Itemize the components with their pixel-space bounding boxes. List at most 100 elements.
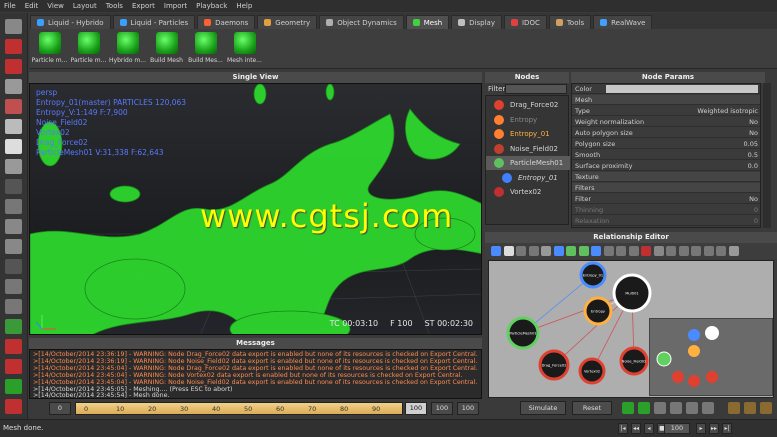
param-value[interactable]: 0 [754,206,758,214]
relationship-node[interactable]: Vortex02 [578,357,606,385]
tab-geometry[interactable]: Geometry [257,15,318,29]
params-scrollbar[interactable] [763,83,771,228]
camera-icon[interactable] [654,402,666,414]
tab-display[interactable]: Display [451,15,502,29]
menu-help[interactable]: Help [236,2,252,10]
tab-daemons[interactable]: Daemons [197,15,256,29]
tool-icon[interactable] [5,399,22,414]
param-row[interactable]: Filter No [572,194,760,204]
param-row[interactable]: Type Weighted isotropic [572,106,760,116]
tool-icon[interactable] [5,259,22,274]
tab-object-dynamics[interactable]: Object Dynamics [319,15,404,29]
messages-log[interactable]: >[14/October/2014 23:36:19] - WARNING: N… [29,349,482,399]
param-value[interactable]: 0 [754,217,758,225]
param-row[interactable]: Color [572,84,760,94]
eye-icon[interactable] [670,402,682,414]
relationship-tool-icon[interactable] [516,246,526,256]
go-end-button[interactable]: ▸| [722,423,732,434]
node-item[interactable]: Drag_Force02 [486,98,570,112]
node-item[interactable]: Noise_Field02 [486,142,570,156]
filter-input[interactable] [505,84,567,94]
tool-icon[interactable] [5,99,22,114]
play-button[interactable]: ▸ [696,423,706,434]
relationship-tool-icon[interactable] [616,246,626,256]
relationship-tool-icon[interactable] [691,246,701,256]
param-row[interactable]: Smooth 0.5 [572,150,760,160]
render-icon[interactable] [686,402,698,414]
shelf-tool[interactable]: Particle m... [30,29,69,69]
color-swatch[interactable] [606,85,758,93]
relationship-node[interactable]: Multi01 [612,273,652,313]
menu-tools[interactable]: Tools [106,2,123,10]
param-row[interactable]: Surface proximity 0.0 [572,161,760,171]
menu-file[interactable]: File [4,2,16,10]
grid-icon[interactable] [702,402,714,414]
node-item[interactable]: Vortex02 [486,185,570,199]
relationship-tool-icon[interactable] [491,246,501,256]
param-row[interactable]: Auto polygon size No [572,128,760,138]
relationship-tool-icon[interactable] [591,246,601,256]
relationship-tool-icon[interactable] [728,246,739,256]
tool-icon[interactable] [5,319,22,334]
relationship-tool-icon[interactable] [716,246,726,256]
node-item[interactable]: ParticleMesh01 [486,156,570,170]
menu-playback[interactable]: Playback [196,2,227,10]
step-forward-button[interactable]: ▸▸ [709,423,719,434]
param-row[interactable]: Mesh [572,95,760,105]
viewport-3d[interactable]: persp Entropy_01(master) PARTICLES 120,06… [29,83,482,335]
timeline-scrubber[interactable]: 0 10 20 30 40 50 60 70 80 90 [75,402,403,415]
tab-realwave[interactable]: RealWave [593,15,653,29]
menu-view[interactable]: View [47,2,64,10]
node-item[interactable]: Entropy_01 [486,127,570,141]
relationship-tool-icon[interactable] [528,246,539,256]
param-value[interactable]: Weighted isotropic [697,107,758,115]
playback-frame-field[interactable]: 100 [664,423,690,434]
node-item[interactable]: Entropy [486,113,570,127]
tool-icon[interactable] [5,19,22,34]
tool-icon[interactable] [5,239,22,254]
menu-layout[interactable]: Layout [73,2,97,10]
mesh-build-icon[interactable] [638,402,650,414]
relationship-tool-icon[interactable] [603,246,614,256]
key-icon[interactable] [760,402,772,414]
tab-idoc[interactable]: IDOC [503,15,547,29]
step-back-button[interactable]: ◂◂ [631,423,641,434]
tab-liquid-hybrido[interactable]: Liquid - Hybrido [30,15,111,29]
param-value[interactable]: No [749,118,758,126]
tool-icon[interactable] [5,139,22,154]
tool-icon[interactable] [5,159,22,174]
tool-icon[interactable] [5,339,22,354]
tool-icon[interactable] [5,79,22,94]
go-start-button[interactable]: |◂ [618,423,628,434]
relationship-tool-icon[interactable] [628,246,639,256]
tab-tools[interactable]: Tools [548,15,592,29]
current-frame-field[interactable]: 100 [405,402,427,415]
param-value[interactable]: 0.05 [744,140,758,148]
menu-import[interactable]: Import [164,2,187,10]
param-row[interactable]: Filters [572,183,760,193]
tool-icon[interactable] [5,59,22,74]
tool-icon[interactable] [5,119,22,134]
shelf-tool[interactable]: Mesh inte... [225,29,264,69]
relationship-tool-icon[interactable] [503,246,514,256]
param-row[interactable]: Relaxation 0 [572,216,760,226]
tool-icon[interactable] [5,279,22,294]
tool-icon[interactable] [5,179,22,194]
simulate-button[interactable]: Simulate [520,401,566,415]
reset-button[interactable]: Reset [572,401,612,415]
param-value[interactable]: No [749,129,758,137]
tool-icon[interactable] [5,359,22,374]
relationship-tool-icon[interactable] [653,246,664,256]
shelf-tool[interactable]: Build Mes... [186,29,225,69]
graph-minimap[interactable] [649,318,773,396]
shelf-tool[interactable]: Hybrido m... [108,29,147,69]
mesh-export-icon[interactable] [622,402,634,414]
play-back-button[interactable]: ◂ [644,423,654,434]
tool-icon[interactable] [5,199,22,214]
total-frames-field[interactable]: 100 [457,402,479,415]
relationship-tool-icon[interactable] [641,246,651,256]
param-value[interactable]: No [749,195,758,203]
timeline-start-field[interactable]: 0 [49,402,71,415]
tool-icon[interactable] [5,299,22,314]
tool-icon[interactable] [5,219,22,234]
